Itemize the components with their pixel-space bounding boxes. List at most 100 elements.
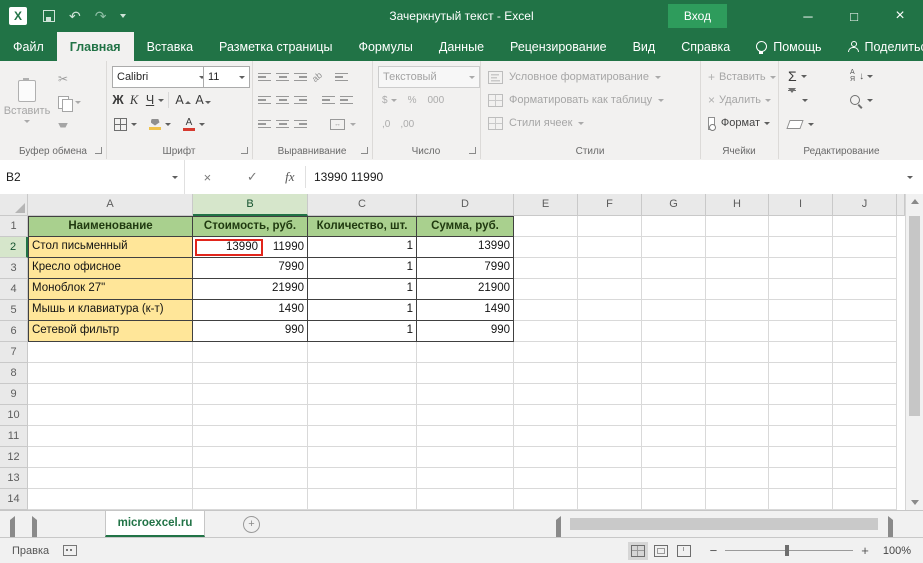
cell-G14[interactable]: [642, 489, 706, 510]
align-center-icon[interactable]: [276, 94, 289, 106]
cell-F3[interactable]: [578, 258, 642, 279]
zoom-slider-thumb[interactable]: [785, 545, 789, 556]
cell-D12[interactable]: [417, 447, 514, 468]
alignment-dialog-launcher-icon[interactable]: [361, 147, 368, 154]
cell-B8[interactable]: [193, 363, 308, 384]
cell-G12[interactable]: [642, 447, 706, 468]
minimize-button[interactable]: ─: [785, 0, 831, 32]
percent-style-icon[interactable]: %: [408, 95, 417, 106]
scroll-down-icon[interactable]: [911, 500, 919, 505]
font-dialog-launcher-icon[interactable]: [241, 147, 248, 154]
cell-H3[interactable]: [706, 258, 769, 279]
cell-H11[interactable]: [706, 426, 769, 447]
cell-B5[interactable]: 1490: [193, 300, 308, 321]
tab-review[interactable]: Рецензирование: [497, 32, 620, 61]
scroll-up-icon[interactable]: [911, 199, 919, 204]
column-header-E[interactable]: E: [514, 194, 578, 216]
cell-D6[interactable]: 990: [417, 321, 514, 342]
share-button[interactable]: Поделиться: [835, 32, 923, 61]
horizontal-scroll-thumb[interactable]: [570, 518, 878, 530]
cell-C13[interactable]: [308, 468, 417, 489]
cell-I1[interactable]: [769, 216, 833, 237]
cell-F2[interactable]: [578, 237, 642, 258]
comma-style-icon[interactable]: 000: [427, 95, 444, 106]
cell-F13[interactable]: [578, 468, 642, 489]
cell-G7[interactable]: [642, 342, 706, 363]
cell-D5[interactable]: 1490: [417, 300, 514, 321]
sign-in-button[interactable]: Вход: [668, 4, 727, 28]
cell-D4[interactable]: 21900: [417, 279, 514, 300]
align-bottom-icon[interactable]: [294, 71, 307, 83]
cell-A10[interactable]: [28, 405, 193, 426]
row-header-7[interactable]: 7: [0, 342, 28, 363]
zoom-out-icon[interactable]: −: [710, 543, 718, 558]
underline-button[interactable]: Ч: [142, 93, 158, 107]
cell-G13[interactable]: [642, 468, 706, 489]
zoom-slider[interactable]: [725, 550, 853, 551]
row-header-6[interactable]: 6: [0, 321, 28, 342]
cell-C5[interactable]: 1: [308, 300, 417, 321]
cell-J3[interactable]: [833, 258, 897, 279]
cell-D1[interactable]: Сумма, руб.: [417, 216, 514, 237]
row-header-12[interactable]: 12: [0, 447, 28, 468]
column-header-F[interactable]: F: [578, 194, 642, 216]
cell-C12[interactable]: [308, 447, 417, 468]
new-sheet-icon[interactable]: +: [243, 516, 260, 533]
column-header-J[interactable]: J: [833, 194, 897, 216]
cell-B1[interactable]: Стоимость, руб.: [193, 216, 308, 237]
cell-I4[interactable]: [769, 279, 833, 300]
cell-E1[interactable]: [514, 216, 578, 237]
cell-B14[interactable]: [193, 489, 308, 510]
cell-F11[interactable]: [578, 426, 642, 447]
insert-cells-button[interactable]: + Вставить: [708, 67, 770, 87]
cell-F8[interactable]: [578, 363, 642, 384]
cell-E3[interactable]: [514, 258, 578, 279]
increase-indent-icon[interactable]: [340, 94, 353, 106]
cell-G1[interactable]: [642, 216, 706, 237]
grow-font-button[interactable]: А: [173, 93, 193, 107]
font-name-combo[interactable]: Calibri: [112, 66, 210, 88]
cell-B7[interactable]: [193, 342, 308, 363]
increase-decimal-icon[interactable]: ,0: [382, 119, 390, 130]
insert-function-icon[interactable]: fx: [285, 169, 294, 185]
cell-J7[interactable]: [833, 342, 897, 363]
tell-me-button[interactable]: Помощь: [743, 32, 834, 61]
cell-A8[interactable]: [28, 363, 193, 384]
zoom-level[interactable]: 100%: [883, 545, 911, 557]
cell-C10[interactable]: [308, 405, 417, 426]
sheet-tab-active[interactable]: microexcel.ru: [105, 511, 205, 537]
cell-I7[interactable]: [769, 342, 833, 363]
row-header-5[interactable]: 5: [0, 300, 28, 321]
cell-I11[interactable]: [769, 426, 833, 447]
page-layout-view-button[interactable]: [651, 542, 671, 560]
cell-E12[interactable]: [514, 447, 578, 468]
select-all-corner[interactable]: [0, 194, 28, 216]
row-header-1[interactable]: 1: [0, 216, 28, 237]
font-size-combo[interactable]: 11: [203, 66, 250, 88]
column-header-C[interactable]: C: [308, 194, 417, 216]
row-header-4[interactable]: 4: [0, 279, 28, 300]
cell-I2[interactable]: [769, 237, 833, 258]
column-header-I[interactable]: I: [769, 194, 833, 216]
cell-B3[interactable]: 7990: [193, 258, 308, 279]
cell-E10[interactable]: [514, 405, 578, 426]
cell-F9[interactable]: [578, 384, 642, 405]
cell-H4[interactable]: [706, 279, 769, 300]
cell-G4[interactable]: [642, 279, 706, 300]
cell-H14[interactable]: [706, 489, 769, 510]
cell-F7[interactable]: [578, 342, 642, 363]
format-as-table-button[interactable]: Форматировать как таблицу: [488, 90, 692, 110]
cell-A14[interactable]: [28, 489, 193, 510]
cell-I12[interactable]: [769, 447, 833, 468]
cell-E7[interactable]: [514, 342, 578, 363]
cell-C9[interactable]: [308, 384, 417, 405]
number-format-combo[interactable]: Текстовый: [378, 66, 480, 88]
column-header-B[interactable]: B: [193, 194, 308, 216]
cell-A13[interactable]: [28, 468, 193, 489]
cell-C8[interactable]: [308, 363, 417, 384]
cell-C1[interactable]: Количество, шт.: [308, 216, 417, 237]
orientation-icon[interactable]: ab: [310, 70, 324, 84]
align-right2-icon[interactable]: [294, 118, 307, 130]
row-header-11[interactable]: 11: [0, 426, 28, 447]
cell-I9[interactable]: [769, 384, 833, 405]
